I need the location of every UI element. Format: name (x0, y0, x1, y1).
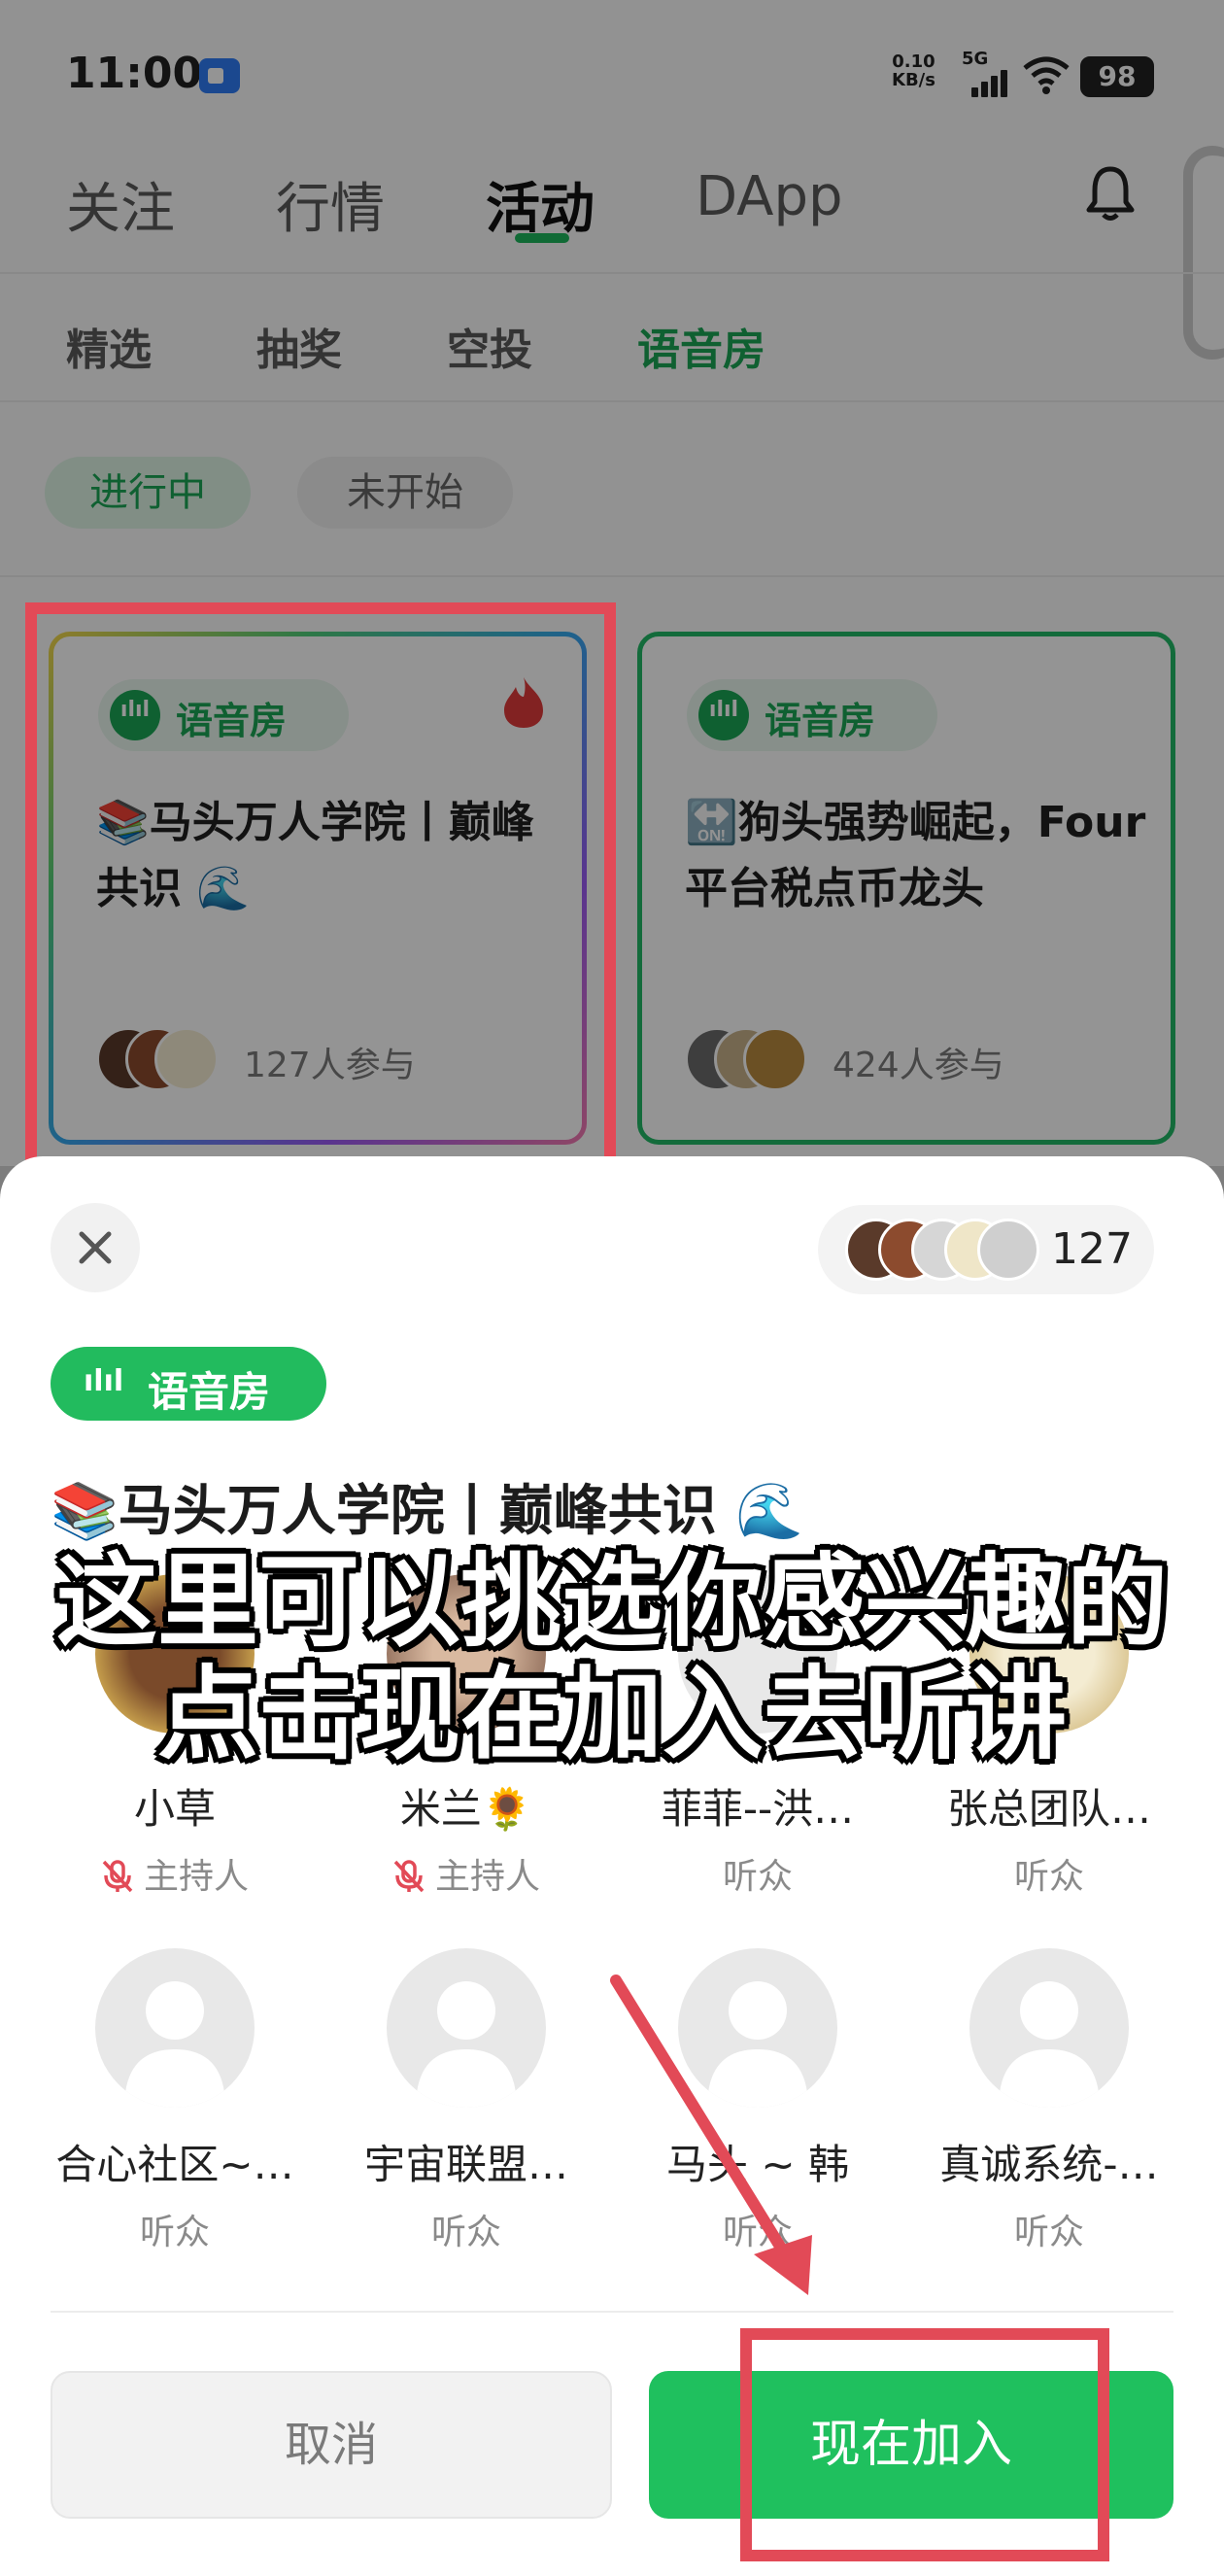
speaker-role: 听众 (139, 2213, 210, 2252)
speaker-name: 真诚系统-… (939, 2141, 1159, 2188)
speaker-name: 合心社区~… (55, 2141, 294, 2188)
default-avatar-icon[interactable] (387, 1948, 546, 2108)
mic-muted-icon (102, 1860, 133, 1893)
annotation-arrow-icon (610, 1975, 812, 2295)
tutorial-caption: 这里可以挑选你感兴趣的 点击现在加入去听讲 (55, 1542, 1168, 1773)
annotation-highlight-join (740, 2328, 1109, 2561)
mic-muted-icon (393, 1860, 425, 1893)
room-title: 📚马头万人学院丨巅峰共识 🌊 (51, 1480, 803, 1543)
speaker-name: 菲菲--洪… (661, 1785, 855, 1833)
member-count: 127 (1051, 1224, 1133, 1274)
speaker-name: 米兰🌻 (399, 1785, 533, 1833)
speaker-role: 主持人 (325, 1848, 607, 1899)
avatar (977, 1219, 1039, 1281)
speaker-name: 宇宙联盟… (363, 2141, 568, 2188)
member-list-chip[interactable]: 127 (818, 1205, 1154, 1294)
speaker-role: 听众 (1013, 2213, 1084, 2252)
speaker-role: 听众 (722, 1857, 793, 1897)
close-icon (79, 1231, 112, 1264)
voice-wave-icon: ılıl (84, 1364, 124, 1398)
speaker-name: 张总团队… (946, 1785, 1151, 1833)
annotation-highlight-card (25, 602, 616, 1180)
speaker-name: 小草 (133, 1785, 216, 1833)
default-avatar-icon[interactable] (95, 1948, 255, 2108)
voice-room-tag: ılıl 语音房 (51, 1347, 326, 1421)
close-button[interactable] (51, 1203, 140, 1292)
default-avatar-icon[interactable] (969, 1948, 1129, 2108)
speaker-role: 听众 (430, 2213, 501, 2252)
speaker-role: 听众 (1013, 1857, 1084, 1897)
speaker-role: 主持人 (34, 1848, 316, 1899)
cancel-button[interactable]: 取消 (51, 2371, 612, 2519)
